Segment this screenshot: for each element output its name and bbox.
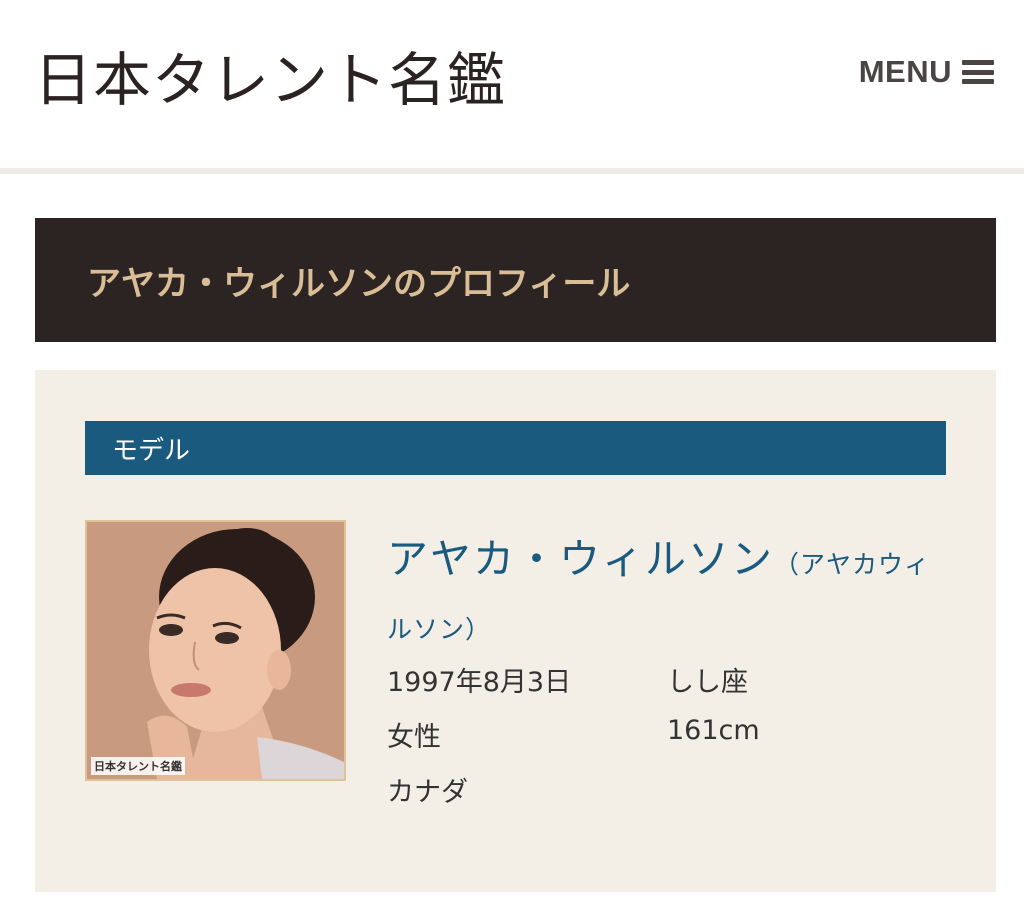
zodiac-value: しし座: [667, 667, 748, 698]
category-bar: モデル: [85, 421, 946, 475]
profile-banner: アヤカ・ウィルソンのプロフィール: [35, 218, 996, 342]
info-row: カナダ: [387, 770, 947, 825]
profile-info-table: 1997年8月3日 しし座 女性 161cm カナダ: [387, 660, 947, 825]
birthplace-value: カナダ: [387, 777, 468, 808]
site-title[interactable]: 日本タレント名鑑: [34, 40, 506, 120]
birthday-value: 1997年8月3日: [387, 667, 572, 698]
photo-watermark: 日本タレント名鑑: [91, 757, 185, 775]
menu-label: MENU: [858, 54, 952, 89]
header-divider: [0, 168, 1024, 174]
site-header: 日本タレント名鑑 MENU: [0, 0, 1024, 168]
talent-name-block: アヤカ・ウィルソン（アヤカウィルソン）: [387, 528, 947, 664]
profile-card: モデル 日本タレント名鑑 アヤカ・ウィルソン（アヤカウィルソン） 1997年8月…: [35, 370, 996, 892]
talent-name[interactable]: アヤカ・ウィルソン: [387, 535, 774, 583]
page-title: アヤカ・ウィルソンのプロフィール: [87, 263, 631, 304]
profile-photo[interactable]: 日本タレント名鑑: [85, 520, 346, 781]
info-row: 女性 161cm: [387, 715, 947, 770]
gender-value: 女性: [387, 722, 441, 753]
menu-button[interactable]: MENU: [859, 52, 994, 92]
portrait-image: [87, 522, 344, 779]
category-label: モデル: [112, 435, 191, 466]
height-value: 161cm: [667, 715, 760, 746]
info-row: 1997年8月3日 しし座: [387, 660, 947, 715]
hamburger-icon: [962, 60, 994, 84]
